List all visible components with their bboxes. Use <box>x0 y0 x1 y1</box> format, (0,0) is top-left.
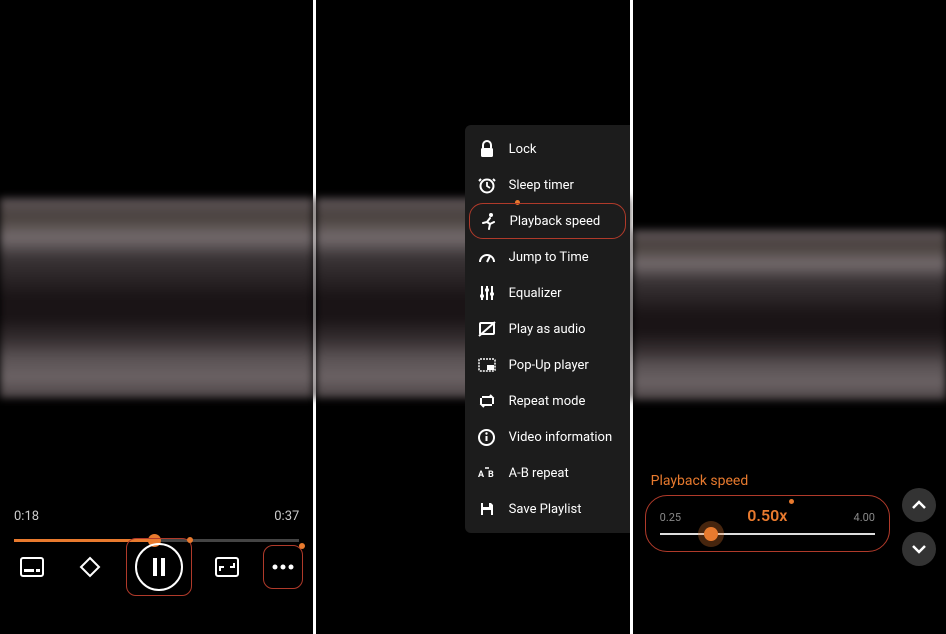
speedometer-icon <box>477 247 497 267</box>
menu-item-sleep-timer[interactable]: Sleep timer <box>465 167 630 203</box>
svg-text:B: B <box>488 470 494 480</box>
ab-repeat-icon: AB <box>477 463 497 483</box>
menu-item-label: Playback speed <box>510 214 601 229</box>
playback-speed-title: Playback speed <box>651 473 749 489</box>
more-options-button[interactable] <box>268 552 298 582</box>
svg-text:A: A <box>478 470 485 480</box>
speed-thumb[interactable] <box>704 527 718 541</box>
pause-icon <box>151 558 167 576</box>
alarm-icon <box>477 175 497 195</box>
info-icon <box>477 427 497 447</box>
menu-item-label: A-B repeat <box>509 466 569 481</box>
menu-item-label: Sleep timer <box>509 178 574 193</box>
pip-icon <box>477 355 497 375</box>
chevron-down-icon <box>911 544 927 554</box>
player-panel-menu: Lock Sleep timer Playback speed Jump t <box>316 0 632 634</box>
speed-increase-button[interactable] <box>902 488 936 522</box>
menu-item-label: Save Playlist <box>509 502 582 517</box>
player-panel-controls: 0:18 0:37 <box>0 0 316 634</box>
screen-off-icon <box>477 319 497 339</box>
menu-item-equalizer[interactable]: Equalizer <box>465 275 630 311</box>
highlight-dot <box>187 537 193 543</box>
speed-max-label: 4.00 <box>854 511 875 524</box>
rotate-button[interactable] <box>68 545 112 589</box>
running-icon <box>478 211 498 231</box>
speed-min-label: 0.25 <box>660 511 681 524</box>
menu-item-ab-repeat[interactable]: AB A-B repeat <box>465 455 630 491</box>
highlight-dot <box>299 543 305 549</box>
menu-item-label: Play as audio <box>509 322 586 337</box>
menu-item-lock[interactable]: Lock <box>465 131 630 167</box>
speed-stepper <box>902 488 936 566</box>
speed-decrease-button[interactable] <box>902 532 936 566</box>
play-pause-button[interactable] <box>135 543 183 591</box>
repeat-icon <box>477 391 497 411</box>
menu-item-save-playlist[interactable]: Save Playlist <box>465 491 630 527</box>
menu-item-label: Pop-Up player <box>509 358 589 373</box>
menu-item-play-as-audio[interactable]: Play as audio <box>465 311 630 347</box>
equalizer-icon <box>477 283 497 303</box>
video-preview <box>0 198 313 398</box>
play-pause-highlight <box>126 538 192 596</box>
more-options-highlight <box>263 545 303 589</box>
controls-row <box>10 538 303 596</box>
menu-item-label: Lock <box>509 142 537 157</box>
subtitle-button[interactable] <box>10 545 54 589</box>
player-panel-speed: Playback speed 0.25 0.50x 4.00 <box>633 0 946 634</box>
speed-value: 0.50x <box>747 506 787 525</box>
chevron-up-icon <box>911 500 927 510</box>
video-preview <box>633 230 946 400</box>
speed-slider[interactable] <box>660 533 875 535</box>
menu-item-repeat-mode[interactable]: Repeat mode <box>465 383 630 419</box>
duration: 0:37 <box>274 509 299 524</box>
time-row: 0:18 0:37 <box>14 509 299 524</box>
menu-item-popup-player[interactable]: Pop-Up player <box>465 347 630 383</box>
menu-item-video-info[interactable]: Video information <box>465 419 630 455</box>
menu-item-label: Jump to Time <box>509 250 589 265</box>
more-horizontal-icon <box>272 564 294 570</box>
advanced-options-menu: Lock Sleep timer Playback speed Jump t <box>465 125 630 533</box>
menu-item-jump-to-time[interactable]: Jump to Time <box>465 239 630 275</box>
menu-item-label: Repeat mode <box>509 394 586 409</box>
menu-item-label: Equalizer <box>509 286 562 301</box>
menu-item-label: Video information <box>509 430 612 445</box>
lock-icon <box>477 139 497 159</box>
menu-item-playback-speed[interactable]: Playback speed <box>469 203 626 239</box>
aspect-ratio-button[interactable] <box>205 545 249 589</box>
save-icon <box>477 499 497 519</box>
playback-speed-control: 0.25 0.50x 4.00 <box>645 495 890 552</box>
current-time: 0:18 <box>14 509 39 524</box>
